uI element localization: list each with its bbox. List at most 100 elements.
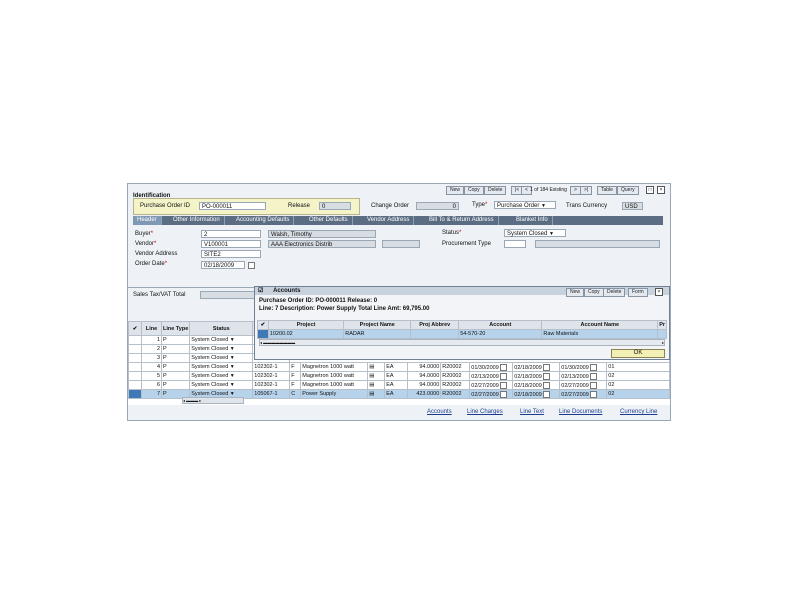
date-cell[interactable]: 01/30/2009 <box>559 362 608 372</box>
vendor-field[interactable]: V100001 <box>201 240 261 248</box>
date-cell[interactable]: 02/27/2009 <box>559 389 608 399</box>
popup-delete-button[interactable]: Delete <box>603 288 626 297</box>
date-cell[interactable]: 02/18/2009 <box>512 380 561 390</box>
account-name-column-header: Account Name <box>541 320 659 330</box>
popup-close-icon[interactable]: × <box>655 288 663 296</box>
date-cell[interactable]: 02/18/2009 <box>512 389 561 399</box>
release-field: 0 <box>319 202 351 210</box>
chevron-down-icon: ▼ <box>229 355 235 361</box>
procurement-type-field[interactable] <box>504 240 526 248</box>
date-cell[interactable]: 02/13/2009 <box>559 371 608 381</box>
query-button[interactable]: Query <box>617 186 639 195</box>
popup-form-button[interactable]: Form <box>628 288 648 297</box>
vendor-extra-field <box>382 240 420 248</box>
date-cell: 01 <box>606 362 670 372</box>
order-date-field[interactable]: 02/18/2009 <box>201 261 245 269</box>
calendar-icon[interactable] <box>500 372 508 380</box>
date-cell[interactable]: 01/30/2009 <box>469 362 514 372</box>
popup-horizontal-scrollbar[interactable]: ◂ ▬▬▬▬▬▬▬▬ ▸ <box>259 339 665 346</box>
sales-tax-label: Sales Tax/VAT Total <box>133 292 186 298</box>
po-id-field[interactable]: PO-000011 <box>199 202 266 210</box>
last-record-icon[interactable]: >| <box>580 186 593 195</box>
calendar-icon[interactable] <box>590 390 598 398</box>
calendar-icon[interactable] <box>543 372 551 380</box>
tab-bill-to-return-address[interactable]: Bill To & Return Address <box>425 216 499 225</box>
account-cell: R20002 <box>440 371 471 381</box>
buyer-field[interactable]: 2 <box>201 230 261 238</box>
date-cell[interactable]: 02/18/2009 <box>512 362 561 372</box>
select-all-checkbox[interactable]: ✔ <box>257 320 269 330</box>
description-value: Power Supply <box>316 306 357 312</box>
notes-icon[interactable]: ▤ <box>367 380 386 390</box>
status-cell[interactable]: System Closed ▼ <box>189 362 254 372</box>
project-column-header: Project <box>267 320 345 330</box>
line-text-link[interactable]: Line Text <box>520 409 544 415</box>
date-cell[interactable]: 02/27/2009 <box>559 380 608 390</box>
currency-line-link[interactable]: Currency Line <box>620 409 657 415</box>
tab-bar: Header Other Information Accounting Defa… <box>133 216 663 225</box>
table-row[interactable]: 6 P System Closed ▼ 102302-1 F Magnetron 1000… <box>128 380 670 390</box>
account-cell: 54-570-20 <box>458 329 543 339</box>
table-row-selected[interactable]: 10200.02 RADAR 54-570-20 Raw Materials <box>257 329 667 339</box>
line-type-cell: P <box>160 353 191 363</box>
status-cell[interactable]: System Closed ▼ <box>189 371 254 381</box>
vendor-address-field[interactable]: SITE2 <box>201 250 261 258</box>
calendar-icon[interactable] <box>543 390 551 398</box>
tab-blanket-info[interactable]: Blanket Info <box>512 216 553 225</box>
chevron-down-icon: ▼ <box>229 382 235 388</box>
table-row[interactable]: 5 P System Closed ▼ 102302-1 F Magnetron 1000… <box>128 371 670 381</box>
buyer-name-field: Walsh, Timothy <box>268 230 376 238</box>
new-button[interactable]: New <box>446 186 465 195</box>
line-documents-link[interactable]: Line Documents <box>559 409 602 415</box>
tab-accounting-defaults[interactable]: Accounting Defaults <box>232 216 295 225</box>
tab-other-defaults[interactable]: Other Defaults <box>305 216 353 225</box>
required-marker: * <box>150 231 154 237</box>
type-select[interactable]: Purchase Order ▼ <box>494 201 556 209</box>
calendar-icon[interactable] <box>590 363 598 371</box>
date-cell[interactable]: 02/13/2009 <box>469 371 514 381</box>
calendar-icon[interactable] <box>543 381 551 389</box>
calendar-icon[interactable] <box>500 381 508 389</box>
tab-vendor-address[interactable]: Vendor Address <box>363 216 415 225</box>
status-value: System Closed <box>191 355 229 361</box>
table-row[interactable]: 4 P System Closed ▼ 102302-1 F Magnetron 1000… <box>128 362 670 372</box>
calendar-icon[interactable] <box>248 262 255 269</box>
status-select[interactable]: System Closed ▼ <box>504 229 566 237</box>
close-icon[interactable]: × <box>657 186 665 194</box>
line-type-cell: P <box>160 335 191 345</box>
date-value: 02/27/2009 <box>561 391 589 398</box>
ok-button[interactable]: OK <box>611 349 665 358</box>
date-value: 02/18/2009 <box>514 373 542 380</box>
table-button[interactable]: Table <box>597 186 617 195</box>
status-cell[interactable]: System Closed ▼ <box>189 335 254 345</box>
calendar-icon[interactable] <box>500 390 508 398</box>
delete-button[interactable]: Delete <box>484 186 507 195</box>
status-value: System Closed <box>507 231 548 237</box>
copy-button[interactable]: Copy <box>464 186 484 195</box>
restore-icon[interactable]: □ <box>646 186 654 194</box>
popup-copy-button[interactable]: Copy <box>584 288 604 297</box>
calendar-icon[interactable] <box>543 363 551 371</box>
date-cell[interactable]: 02/18/2009 <box>512 371 561 381</box>
status-cell[interactable]: System Closed ▼ <box>189 344 254 354</box>
notes-icon[interactable]: ▤ <box>367 371 386 381</box>
tab-other-information[interactable]: Other Information <box>169 216 225 225</box>
type-code-cell: F <box>289 380 302 390</box>
select-all-checkbox[interactable]: ✔ <box>128 321 142 336</box>
calendar-icon[interactable] <box>500 363 508 371</box>
notes-icon[interactable]: ▤ <box>367 389 386 399</box>
horizontal-scrollbar[interactable]: ◂ ▬▬▬ ▸ <box>182 397 244 404</box>
calendar-icon[interactable] <box>590 372 598 380</box>
date-cell[interactable]: 02/27/2009 <box>469 380 514 390</box>
notes-icon[interactable]: ▤ <box>367 362 386 372</box>
date-cell[interactable]: 02/27/2009 <box>469 389 514 399</box>
status-cell[interactable]: System Closed ▼ <box>189 353 254 363</box>
line-charges-link[interactable]: Line Charges <box>467 409 503 415</box>
tab-header[interactable]: Header <box>133 216 162 225</box>
status-cell[interactable]: System Closed ▼ <box>189 380 254 390</box>
account-cell: R20002 <box>440 362 471 372</box>
date-cell: 02 <box>606 389 670 399</box>
calendar-icon[interactable] <box>590 381 598 389</box>
popup-new-button[interactable]: New <box>566 288 585 297</box>
accounts-link[interactable]: Accounts <box>427 409 452 415</box>
